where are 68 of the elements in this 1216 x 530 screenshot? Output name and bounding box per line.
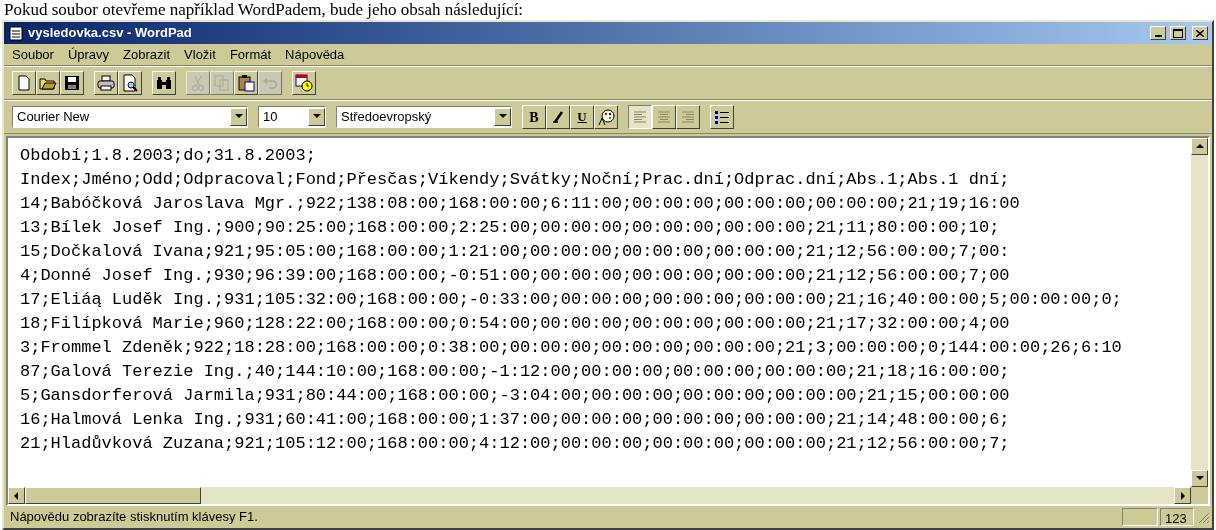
text-line: Index;Jméno;Odd;Odpracoval;Fond;Přesčas;Víkendy;Svátky;Noční;Prac.dní;Odprac.dní;Abs.1;Abs.1 dní; bbox=[20, 169, 1010, 191]
toolbar-button[interactable] bbox=[94, 71, 118, 95]
document-text: Pokud soubor otevřeme například WordPadem, bude jeho obsah následující: bbox=[3, 0, 525, 20]
menu-item[interactable]: Úpravy bbox=[67, 44, 110, 65]
text-line: 18;Filípková Marie;960;128:22:00;168:00:00;0:54:00;00:00:00;00:00:00;00:00:00;21;17;32:00:00;4;00 bbox=[20, 313, 1010, 335]
menu-item[interactable]: Vložit bbox=[184, 44, 216, 65]
horizontal-scrollbar[interactable] bbox=[8, 487, 1191, 504]
dropdown-button[interactable] bbox=[308, 108, 325, 126]
status-panel bbox=[1122, 508, 1158, 526]
binoculars-icon bbox=[155, 74, 173, 92]
text-line: Období;1.8.2003;do;31.8.2003; bbox=[20, 145, 316, 167]
maximize-button[interactable] bbox=[1170, 26, 1186, 40]
vertical-scrollbar[interactable] bbox=[1191, 138, 1208, 487]
notepad-icon bbox=[8, 25, 24, 41]
toolbar-button[interactable] bbox=[118, 71, 142, 95]
status-text: Nápovědu zobrazíte stisknutím klávesy F1. bbox=[9, 508, 259, 527]
align-right-icon bbox=[680, 110, 696, 124]
clipboard-icon bbox=[237, 74, 255, 92]
dropdown-button[interactable] bbox=[494, 108, 511, 126]
minimize-button[interactable] bbox=[1150, 26, 1166, 40]
text-line: 4;Donné Josef Ing.;930;96:39:00;168:00:00;-0:51:00;00:00:00;00:00:00;00:00:00;21;12;56:00:00;7;00 bbox=[20, 265, 1010, 287]
color-button[interactable] bbox=[594, 105, 618, 129]
text-line: 15;Dočkalová Ivana;921;95:05:00;168:00:00;1:21:00;00:00:00;00:00:00;00:00:00;21;12;56:00:00;7;00: bbox=[20, 241, 1010, 263]
close-icon bbox=[1196, 29, 1204, 37]
toolbar-button[interactable] bbox=[36, 71, 60, 95]
blank-page-icon bbox=[15, 74, 33, 92]
minimize-icon bbox=[1154, 35, 1162, 37]
close-button[interactable] bbox=[1192, 26, 1208, 40]
text-line: 17;Eliáą Luděk Ing.;931;105:32:00;168:00:00;-0:33:00;00:00:00;00:00:00;00:00:00;21;16;40:00:00;5;00:00:00;0; bbox=[20, 289, 1122, 311]
text-line: 21;Hladůvková Zuzana;921;105:12:00;168:00:00;4:12:00;00:00:00;00:00:00;00:00:00;21;12;56:00:00;7; bbox=[20, 433, 1010, 455]
toolbar-button[interactable] bbox=[292, 71, 316, 95]
resize-grip-icon bbox=[1196, 510, 1210, 524]
font-name-combo[interactable]: Courier New bbox=[12, 106, 248, 128]
text-line: 14;Babóčková Jaroslava Mgr.;922;138:08:00;168:00:00;6:11:00;00:00:00;00:00:00;00:00:00;21;19;16:00 bbox=[20, 193, 1020, 215]
menu-item[interactable]: Nápověda bbox=[285, 44, 345, 65]
align-left-icon bbox=[632, 110, 648, 124]
scissors-icon bbox=[189, 74, 207, 92]
text-area[interactable] bbox=[8, 138, 1191, 487]
text-line: 3;Frommel Zdeněk;922;18:28:00;168:00:00;0:38:00;00:00:00;00:00:00;00:00:00;21;3;00:00:00;0;144:00:00;26;6:10 bbox=[20, 337, 1122, 359]
maximize-icon bbox=[1173, 28, 1183, 38]
toolbar-button[interactable] bbox=[12, 71, 36, 95]
text-line: 16;Halmová Lenka Ing.;931;60:41:00;168:00:00;1:37:00;00:00:00;00:00:00;00:00:00;21;14;48:00:00;6; bbox=[20, 409, 1010, 431]
toolbar-button[interactable] bbox=[234, 71, 258, 95]
bullet-list-icon bbox=[714, 110, 730, 124]
menu-item[interactable]: Formát bbox=[229, 44, 272, 65]
text-line: 5;Gansdorferová Jarmila;931;80:44:00;168:00:00;-3:04:00;00:00:00;00:00:00;00:00:00;21;15;00:00:00 bbox=[20, 385, 1010, 407]
toolbar-button[interactable] bbox=[152, 71, 176, 95]
text-line: 87;Galová Terezie Ing.;40;144:10:00;168:00:00;-1:12:00;00:00:00;00:00:00;00:00:00;21;18;16:00:00; bbox=[20, 361, 1010, 383]
calendar-clock-icon bbox=[295, 74, 313, 92]
toolbar-button[interactable] bbox=[60, 71, 84, 95]
underline-button[interactable]: U bbox=[570, 105, 594, 129]
num-lock-indicator: 123 bbox=[1160, 508, 1194, 526]
script-combo[interactable]: Středoevropský bbox=[336, 106, 512, 128]
italic-button[interactable] bbox=[546, 105, 570, 129]
page-magnifier-icon bbox=[121, 74, 139, 92]
font-size-combo[interactable]: 10 bbox=[258, 106, 326, 128]
text-line: 13;Bílek Josef Ing.;900;90:25:00;168:00:00;2:25:00;00:00:00;00:00:00;00:00:00;21;11;80:00:00;10; bbox=[20, 217, 1000, 239]
dropdown-button[interactable] bbox=[230, 108, 247, 126]
italic-icon bbox=[552, 111, 564, 123]
menu-item[interactable]: Zobrazit bbox=[123, 44, 171, 65]
menu-item[interactable]: Soubor bbox=[12, 44, 54, 65]
window-title: vysledovka.csv - WordPad bbox=[28, 24, 193, 43]
align-center-icon bbox=[656, 110, 672, 124]
bold-button[interactable]: B bbox=[522, 105, 546, 129]
printer-icon bbox=[97, 74, 115, 92]
palette-icon bbox=[597, 108, 615, 126]
scroll-thumb[interactable] bbox=[25, 487, 201, 504]
bullets-button[interactable] bbox=[710, 105, 734, 129]
